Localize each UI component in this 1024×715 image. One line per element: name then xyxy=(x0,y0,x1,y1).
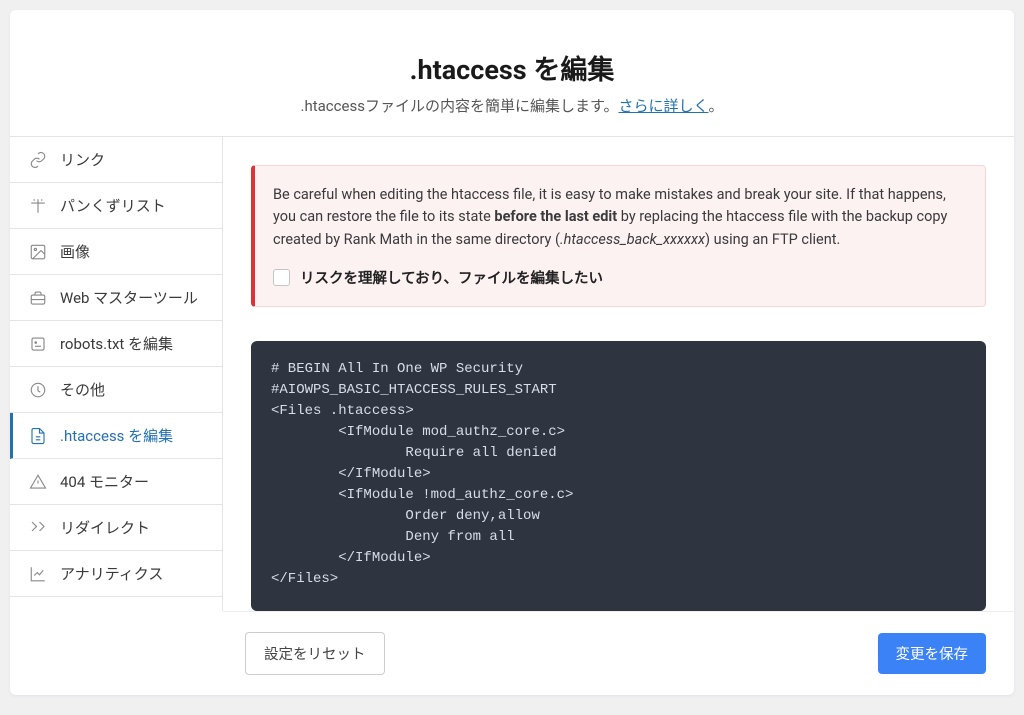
sidebar-item-label: .htaccess を編集 xyxy=(60,425,173,446)
sidebar-item-robots[interactable]: robots.txt を編集 xyxy=(10,321,222,367)
sidebar-item-webmaster[interactable]: Web マスターツール xyxy=(10,275,222,321)
risk-checkbox-row: リスクを理解しており、ファイルを編集したい xyxy=(273,267,961,288)
sidebar-item-label: 404 モニター xyxy=(60,471,149,492)
page-title: .htaccess を編集 xyxy=(30,48,994,87)
ai-icon xyxy=(28,610,48,612)
redirect-icon xyxy=(28,518,48,538)
learn-more-link[interactable]: さらに詳しく xyxy=(618,97,708,115)
sidebar-item-label: Web マスターツール xyxy=(60,287,198,308)
sidebar-item-label: 画像 xyxy=(60,241,90,262)
breadcrumb-icon xyxy=(28,196,48,216)
sidebar-item-other[interactable]: その他 xyxy=(10,367,222,413)
file-icon xyxy=(28,426,48,446)
sidebar-item-htaccess[interactable]: .htaccess を編集 xyxy=(10,413,222,459)
toolbox-icon xyxy=(28,288,48,308)
risk-checkbox[interactable] xyxy=(273,269,290,286)
page-header: .htaccess を編集 .htaccessファイルの内容を簡単に編集します。… xyxy=(10,10,1014,136)
sidebar-item-analytics[interactable]: アナリティクス xyxy=(10,551,222,597)
sidebar-item-label: パンくずリスト xyxy=(60,195,166,216)
htaccess-code-editor[interactable]: # BEGIN All In One WP Security #AIOWPS_B… xyxy=(251,341,986,611)
sidebar-item-404[interactable]: 404 モニター xyxy=(10,459,222,505)
reset-button[interactable]: 設定をリセット xyxy=(245,632,385,675)
warning-icon xyxy=(28,472,48,492)
sidebar-item-label: リダイレクト xyxy=(60,517,150,538)
sidebar-item-redirect[interactable]: リダイレクト xyxy=(10,505,222,551)
sidebar: リンク パンくずリスト 画像 Web マスターツール xyxy=(10,137,223,611)
link-icon xyxy=(28,150,48,170)
sidebar-item-label: その他 xyxy=(60,379,105,400)
sidebar-item-image[interactable]: 画像 xyxy=(10,229,222,275)
warning-box: Be careful when editing the htaccess fil… xyxy=(251,165,986,307)
main-content: Be careful when editing the htaccess fil… xyxy=(223,137,1014,611)
sidebar-item-label: リンク xyxy=(60,149,105,170)
page-subtitle: .htaccessファイルの内容を簡単に編集します。さらに詳しく。 xyxy=(30,95,994,116)
save-button[interactable]: 変更を保存 xyxy=(878,633,987,674)
sidebar-item-breadcrumb[interactable]: パンくずリスト xyxy=(10,183,222,229)
sidebar-item-ai[interactable]: コンテンツ AI xyxy=(10,597,222,611)
other-icon xyxy=(28,380,48,400)
image-icon xyxy=(28,242,48,262)
footer-actions: 設定をリセット 変更を保存 xyxy=(223,611,1014,695)
sidebar-item-label: robots.txt を編集 xyxy=(60,333,173,354)
robots-icon xyxy=(28,334,48,354)
sidebar-item-link[interactable]: リンク xyxy=(10,137,222,183)
risk-checkbox-label: リスクを理解しており、ファイルを編集したい xyxy=(300,267,603,288)
sidebar-item-label: コンテンツ AI xyxy=(60,609,153,611)
warning-text: Be careful when editing the htaccess fil… xyxy=(273,184,961,251)
sidebar-item-label: アナリティクス xyxy=(60,563,163,584)
analytics-icon xyxy=(28,564,48,584)
